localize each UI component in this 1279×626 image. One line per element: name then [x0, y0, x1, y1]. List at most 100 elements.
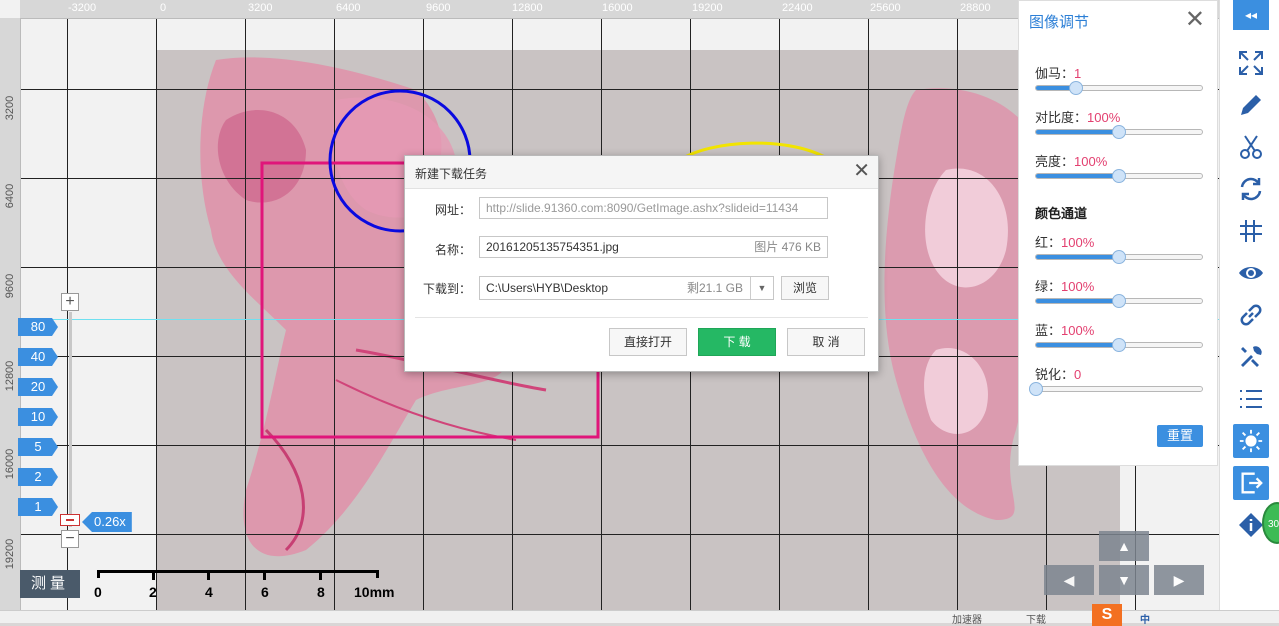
link-icon[interactable] [1233, 298, 1269, 332]
gamma-value: 1 [1074, 66, 1082, 81]
measure-button[interactable]: 测量 [20, 570, 80, 598]
url-value: http://slide.91360.com:8090/GetImage.ash… [486, 201, 799, 215]
sharpen-label: 锐化：0 [1035, 364, 1081, 383]
ruler-label: 16000 [602, 2, 633, 14]
list-icon[interactable] [1233, 382, 1269, 416]
panel-title: 图像调节 [1029, 14, 1090, 31]
export-icon[interactable] [1233, 466, 1269, 500]
accelerator-label[interactable]: 加速器 [952, 611, 982, 626]
gamma-label: 伽马：1 [1035, 63, 1081, 82]
blue-slider[interactable] [1035, 338, 1203, 352]
ime-label[interactable]: 中 [1140, 611, 1150, 626]
scale-tick [319, 570, 322, 580]
close-icon[interactable]: ✕ [1185, 5, 1205, 34]
brightness-label-text: 亮度： [1035, 154, 1075, 169]
zoom-out-button[interactable]: − [61, 530, 79, 548]
gamma-slider[interactable] [1035, 81, 1203, 95]
destination-select[interactable]: C:\Users\HYB\Desktop 剩21.1 GB ▼ [479, 276, 774, 300]
blue-value: 100% [1061, 323, 1095, 338]
zoom-level-40[interactable]: 40 [18, 348, 58, 366]
zoom-value: 0.26x [82, 512, 132, 532]
rotate-icon[interactable] [1233, 172, 1269, 206]
zoom-level-2[interactable]: 2 [18, 468, 58, 486]
zoom-slider-handle[interactable] [60, 514, 80, 526]
filename-field[interactable]: 20161205135754351.jpg 图片 476 KB [479, 236, 828, 258]
green-slider[interactable] [1035, 294, 1203, 308]
ruler-label: 19200 [4, 538, 16, 570]
browse-button[interactable]: 浏览 [781, 276, 829, 300]
chevron-down-icon[interactable]: ▼ [750, 277, 773, 299]
blue-label-text: 蓝： [1035, 323, 1062, 338]
zoom-track[interactable] [69, 312, 72, 527]
grid-icon[interactable] [1233, 214, 1269, 248]
close-icon[interactable]: ✕ [853, 161, 870, 181]
ruler-label: 19200 [692, 2, 723, 14]
sharpen-label-text: 锐化： [1035, 367, 1075, 382]
ruler-label: 3200 [248, 2, 273, 14]
pan-down-button[interactable]: ▼ [1099, 565, 1149, 595]
open-direct-button[interactable]: 直接打开 [609, 328, 687, 356]
zoom-level-5[interactable]: 5 [18, 438, 58, 456]
image-adjust-panel: 图像调节 ✕ 伽马：1 对比度：100% 亮度：100% 颜色通道 红：100%… [1018, 0, 1218, 466]
url-label: 网址： [434, 203, 471, 217]
ruler-label: 6400 [336, 2, 361, 14]
collapse-toolbar-button[interactable]: ◂◂ [1233, 0, 1269, 30]
sogou-ime-icon[interactable]: S [1092, 604, 1122, 626]
slider-knob[interactable] [1029, 382, 1043, 396]
cancel-button[interactable]: 取 消 [787, 328, 865, 356]
slider-knob[interactable] [1112, 338, 1126, 352]
zoom-in-button[interactable]: + [61, 293, 79, 311]
scale-label: 4 [205, 584, 213, 600]
scale-label: 10mm [354, 584, 395, 600]
zoom-level-10[interactable]: 10 [18, 408, 58, 426]
ruler-label: 6400 [4, 183, 16, 209]
tools-icon[interactable] [1233, 340, 1269, 374]
green-label-text: 绿： [1035, 279, 1062, 294]
slider-knob[interactable] [1112, 294, 1126, 308]
download-button[interactable]: 下 载 [698, 328, 776, 356]
slider-knob[interactable] [1068, 81, 1083, 95]
destination-value: C:\Users\HYB\Desktop [486, 281, 609, 295]
name-label: 名称： [434, 243, 471, 257]
red-slider[interactable] [1035, 250, 1203, 264]
ruler-label: -3200 [68, 2, 97, 14]
brightness-label: 亮度：100% [1035, 151, 1107, 170]
reset-button[interactable]: 重置 [1157, 425, 1203, 447]
scale-bar [97, 570, 379, 578]
scale-label: 2 [149, 584, 157, 600]
free-space: 剩21.1 GB [686, 281, 743, 295]
zoom-level-1[interactable]: 1 [18, 498, 58, 516]
slider-fill [1036, 174, 1119, 178]
scissors-icon[interactable] [1233, 130, 1269, 164]
pan-right-button[interactable]: ▶ [1154, 565, 1204, 595]
eye-icon[interactable] [1233, 256, 1269, 290]
pan-up-button[interactable]: ▲ [1099, 531, 1149, 561]
zoom-level-20[interactable]: 20 [18, 378, 58, 396]
contrast-label: 对比度：100% [1035, 107, 1120, 126]
slider-knob[interactable] [1112, 169, 1126, 183]
brightness-icon[interactable] [1233, 424, 1269, 458]
contrast-label-text: 对比度： [1035, 110, 1088, 125]
sharpen-slider[interactable] [1029, 382, 1203, 396]
download-label[interactable]: 下载 [1026, 611, 1046, 626]
zoom-level-80[interactable]: 80 [18, 318, 58, 336]
slider-knob[interactable] [1112, 250, 1126, 264]
url-field[interactable]: http://slide.91360.com:8090/GetImage.ash… [479, 197, 828, 219]
scale-label: 8 [317, 584, 325, 600]
file-size: 图片 476 KB [754, 240, 821, 254]
brightness-slider[interactable] [1035, 169, 1203, 183]
pan-left-button[interactable]: ◀ [1044, 565, 1094, 595]
ruler-label: 0 [160, 2, 167, 14]
green-value: 100% [1061, 279, 1095, 294]
blue-label: 蓝：100% [1035, 320, 1094, 339]
slider-knob[interactable] [1112, 125, 1126, 139]
green-label: 绿：100% [1035, 276, 1094, 295]
scale-tick [263, 570, 266, 580]
fullscreen-icon[interactable] [1233, 46, 1269, 80]
ruler-label: 3200 [4, 95, 16, 121]
sharpen-value: 0 [1074, 367, 1082, 382]
slider-fill [1036, 130, 1119, 134]
contrast-slider[interactable] [1035, 125, 1203, 139]
pencil-icon[interactable] [1233, 88, 1269, 122]
dialog-titlebar: 新建下载任务 ✕ [405, 156, 878, 189]
